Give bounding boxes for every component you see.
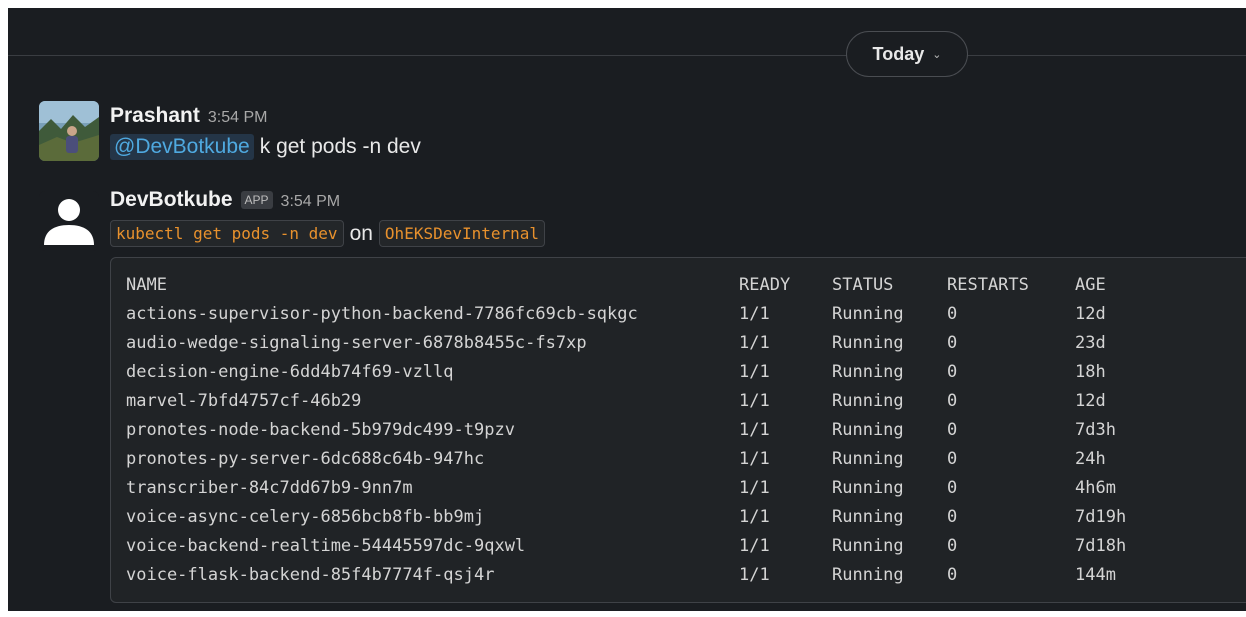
connector-text: on	[349, 221, 373, 245]
pod-age: 7d3h	[1075, 420, 1116, 440]
pod-restarts: 0	[947, 565, 958, 585]
message-timestamp[interactable]: 3:54 PM	[208, 109, 268, 127]
table-row: transcriber-84c7dd67b9-9nn7m 1/1 Running…	[111, 474, 1116, 502]
table-row: pronotes-py-server-6dc688c64b-947hc 1/1 …	[111, 445, 1106, 473]
pod-age: 24h	[1075, 449, 1106, 469]
message-timestamp[interactable]: 3:54 PM	[281, 193, 341, 211]
pod-name: pronotes-py-server-6dc688c64b-947hc	[126, 449, 485, 469]
table-row: voice-async-celery-6856bcb8fb-bb9mj 1/1 …	[111, 503, 1126, 531]
pod-ready: 1/1	[739, 304, 770, 324]
pod-status: Running	[832, 507, 904, 527]
pod-restarts: 0	[947, 449, 958, 469]
pod-ready: 1/1	[739, 478, 770, 498]
message-text: k get pods -n dev	[259, 135, 421, 158]
pod-ready: 1/1	[739, 507, 770, 527]
pod-name: voice-backend-realtime-54445597dc-9qxwl	[126, 536, 526, 556]
date-divider-button[interactable]: Today ⌄	[846, 31, 968, 77]
pods-output-codeblock: NAME READY STATUS RESTARTS AGE actions-s…	[110, 257, 1246, 603]
pod-restarts: 0	[947, 536, 958, 556]
pod-restarts: 0	[947, 333, 958, 353]
date-divider-label: Today	[872, 43, 925, 64]
pod-name: voice-async-celery-6856bcb8fb-bb9mj	[126, 507, 485, 527]
pod-restarts: 0	[947, 362, 958, 382]
header-restarts: RESTARTS	[947, 275, 1029, 295]
pod-ready: 1/1	[739, 536, 770, 556]
chat-pane: Today ⌄ Prashant 3:54 PM @DevBotkube k g…	[8, 8, 1246, 611]
pod-status: Running	[832, 420, 904, 440]
user-mention[interactable]: @DevBotkube	[110, 134, 254, 160]
pod-name: actions-supervisor-python-backend-7786fc…	[126, 304, 638, 324]
pod-name: audio-wedge-signaling-server-6878b8455c-…	[126, 333, 587, 353]
pod-status: Running	[832, 478, 904, 498]
pod-ready: 1/1	[739, 565, 770, 585]
pod-status: Running	[832, 304, 904, 324]
pod-age: 4h6m	[1075, 478, 1116, 498]
header-status: STATUS	[832, 275, 894, 295]
message-header: DevBotkube APP 3:54 PM	[110, 188, 340, 212]
pod-name: voice-flask-backend-85f4b7774f-qsj4r	[126, 565, 495, 585]
chevron-down-icon: ⌄	[932, 48, 942, 61]
pod-status: Running	[832, 536, 904, 556]
table-row: voice-backend-realtime-54445597dc-9qxwl …	[111, 532, 1126, 560]
pod-ready: 1/1	[739, 449, 770, 469]
pod-status: Running	[832, 362, 904, 382]
pod-age: 18h	[1075, 362, 1106, 382]
pod-status: Running	[832, 565, 904, 585]
pod-ready: 1/1	[739, 391, 770, 411]
table-row: marvel-7bfd4757cf-46b29 1/1 Running 0 12…	[111, 387, 1106, 415]
pod-restarts: 0	[947, 507, 958, 527]
cluster-code: OhEKSDevInternal	[378, 220, 546, 247]
table-row: audio-wedge-signaling-server-6878b8455c-…	[111, 329, 1106, 357]
pod-restarts: 0	[947, 420, 958, 440]
header-name: NAME	[126, 275, 167, 295]
table-row: voice-flask-backend-85f4b7774f-qsj4r 1/1…	[111, 561, 1116, 589]
pod-ready: 1/1	[739, 333, 770, 353]
sender-name[interactable]: Prashant	[110, 104, 200, 128]
sender-name[interactable]: DevBotkube	[110, 188, 233, 212]
pod-name: marvel-7bfd4757cf-46b29	[126, 391, 362, 411]
pod-restarts: 0	[947, 391, 958, 411]
user-photo-avatar[interactable]	[39, 101, 99, 161]
message-body: @DevBotkube k get pods -n dev	[110, 134, 421, 160]
pod-age: 7d19h	[1075, 507, 1127, 527]
pod-age: 144m	[1075, 565, 1116, 585]
pod-age: 7d18h	[1075, 536, 1127, 556]
header-ready: READY	[739, 275, 791, 295]
date-divider-line	[8, 55, 1246, 56]
pod-name: pronotes-node-backend-5b979dc499-t9pzv	[126, 420, 515, 440]
table-row: pronotes-node-backend-5b979dc499-t9pzv 1…	[111, 416, 1116, 444]
header-age: AGE	[1075, 275, 1106, 295]
pod-status: Running	[832, 449, 904, 469]
pod-age: 12d	[1075, 391, 1106, 411]
table-header: NAME READY STATUS RESTARTS AGE	[111, 271, 1106, 299]
pod-ready: 1/1	[739, 420, 770, 440]
table-row: decision-engine-6dd4b74f69-vzllq 1/1 Run…	[111, 358, 1106, 386]
pod-name: transcriber-84c7dd67b9-9nn7m	[126, 478, 413, 498]
pod-age: 23d	[1075, 333, 1106, 353]
app-badge: APP	[240, 191, 273, 209]
table-row: actions-supervisor-python-backend-7786fc…	[111, 300, 1106, 328]
message-body: kubectl get pods -n dev on OhEKSDevInter…	[110, 220, 546, 247]
pod-age: 12d	[1075, 304, 1106, 324]
pod-restarts: 0	[947, 478, 958, 498]
pod-status: Running	[832, 391, 904, 411]
default-user-avatar[interactable]	[39, 191, 99, 251]
pod-status: Running	[832, 333, 904, 353]
pod-restarts: 0	[947, 304, 958, 324]
pod-name: decision-engine-6dd4b74f69-vzllq	[126, 362, 454, 382]
command-code: kubectl get pods -n dev	[110, 220, 344, 247]
message-header: Prashant 3:54 PM	[110, 104, 267, 128]
pod-ready: 1/1	[739, 362, 770, 382]
